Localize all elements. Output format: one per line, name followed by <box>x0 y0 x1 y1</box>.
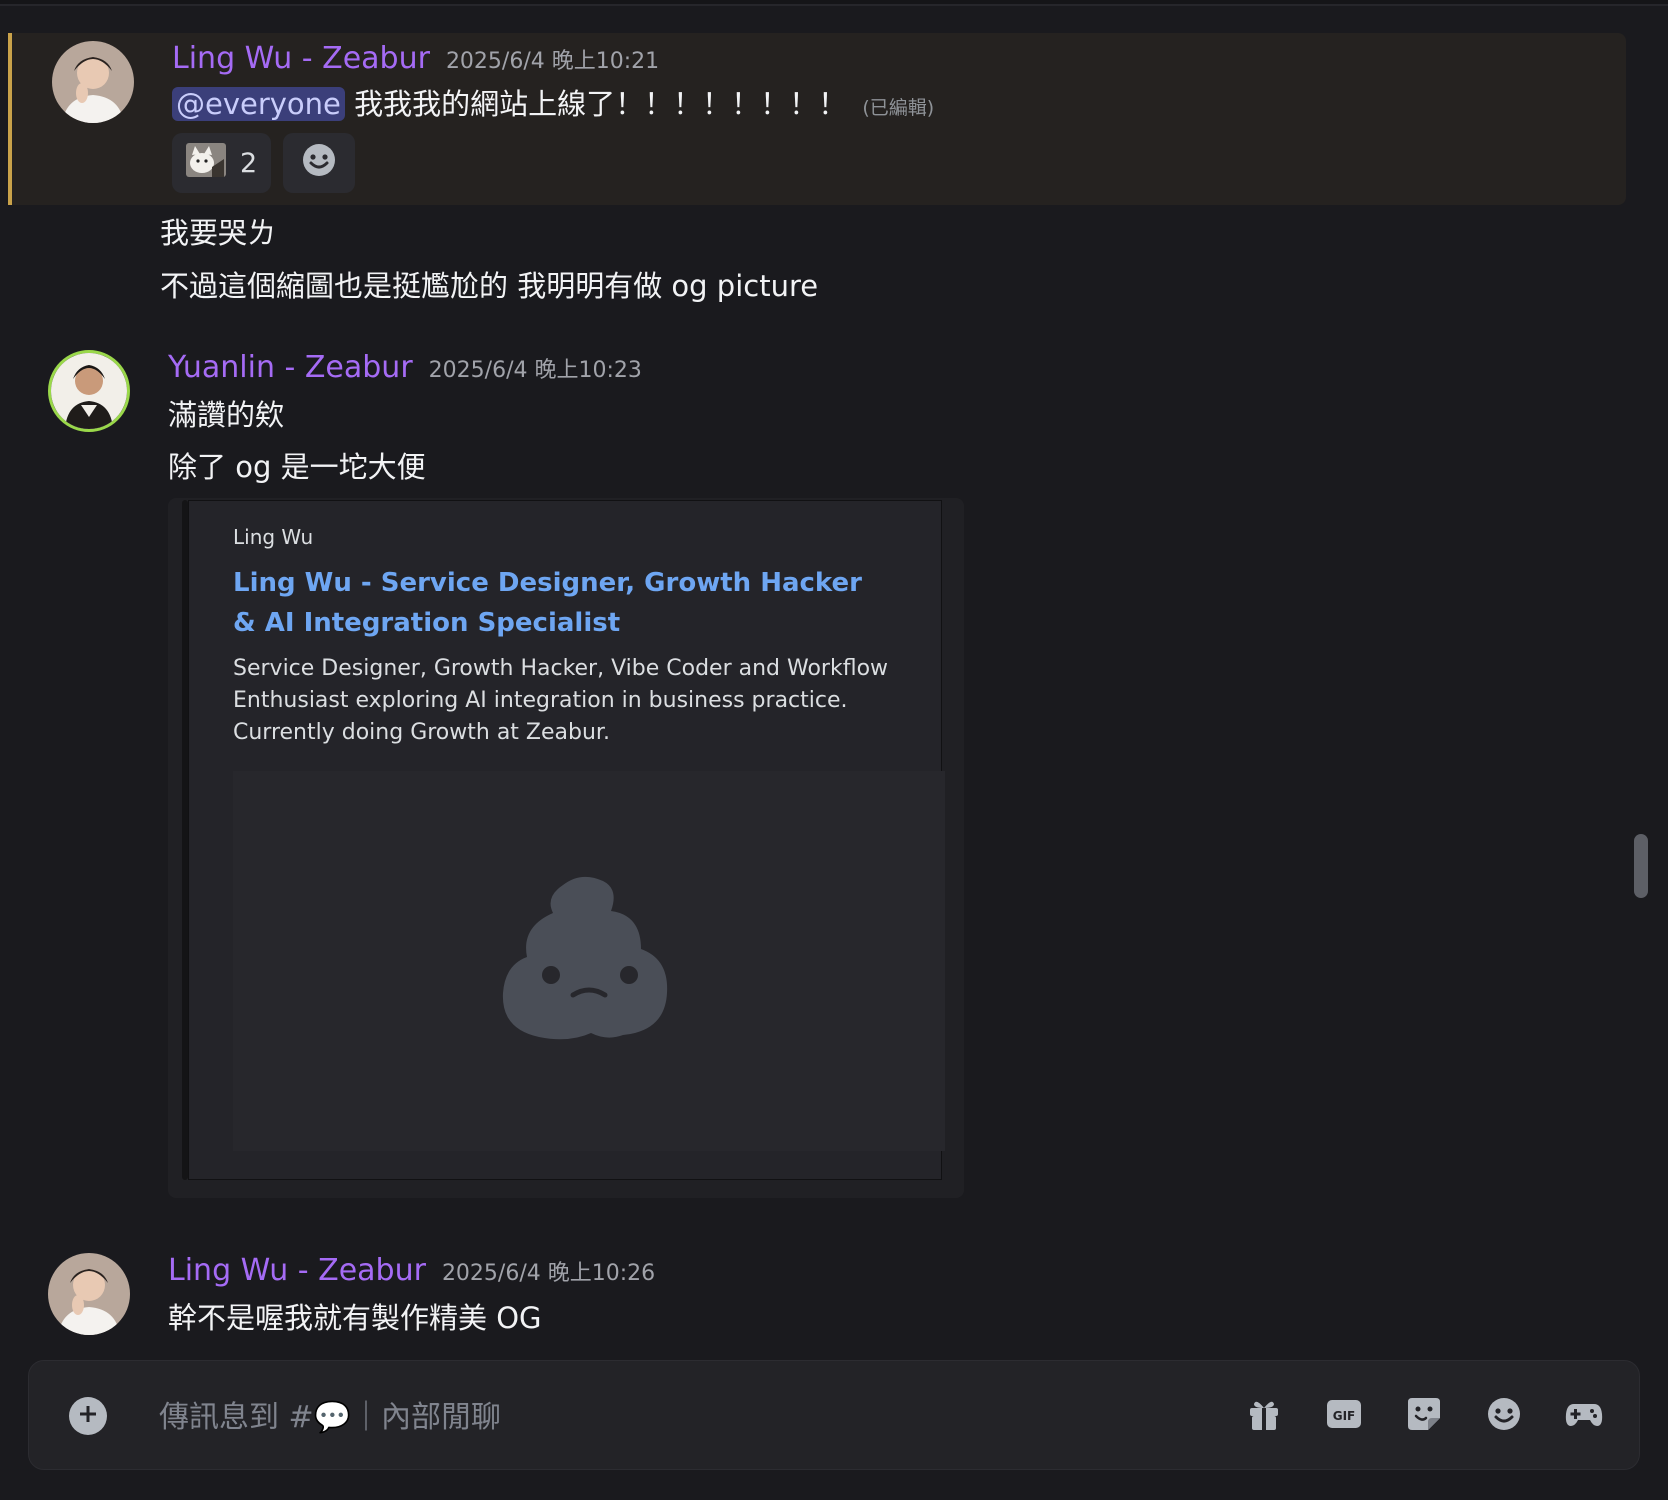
emoji-icon <box>301 142 337 185</box>
author-name[interactable]: Ling Wu - Zeabur <box>168 1253 426 1288</box>
emoji-button[interactable] <box>1483 1395 1525 1437</box>
mention-everyone[interactable]: @everyone <box>172 87 345 121</box>
poop-icon <box>499 871 679 1051</box>
message: Ling Wu - Zeabur 2025/6/4 晚上10:26 幹不是喔我就… <box>8 1253 1626 1343</box>
top-border <box>0 0 1668 6</box>
message-header: Ling Wu - Zeabur 2025/6/4 晚上10:26 <box>168 1253 655 1288</box>
reactions-bar: 2 <box>172 133 356 193</box>
message-continuation-line: 不過這個縮圖也是挺尷尬的 我明明有做 og picture <box>160 269 819 303</box>
embed-title-link[interactable]: Ling Wu - Service Designer, Growth Hacke… <box>233 563 873 643</box>
timestamp: 2025/6/4 晚上10:23 <box>428 358 642 383</box>
avatar[interactable] <box>52 41 134 123</box>
sticker-button[interactable] <box>1403 1395 1445 1437</box>
embed-image[interactable] <box>233 771 945 1151</box>
message-highlighted: Ling Wu - Zeabur 2025/6/4 晚上10:21 @every… <box>8 33 1626 205</box>
gift-icon <box>1246 1396 1282 1436</box>
link-embed: Ling Wu Ling Wu - Service Designer, Grow… <box>168 498 964 1198</box>
emoji-icon <box>1486 1396 1522 1436</box>
author-name[interactable]: Yuanlin - Zeabur <box>168 350 413 385</box>
edited-label: (已編輯) <box>862 97 935 119</box>
message-text: 我我我的網站上線了！！！！！！！！ <box>354 87 848 121</box>
avatar[interactable] <box>48 350 130 432</box>
plus-icon <box>78 1404 98 1428</box>
gift-button[interactable] <box>1243 1395 1285 1437</box>
message-continuation-line: 我要哭ㄌ <box>160 216 277 250</box>
svg-text:GIF: GIF <box>1333 1409 1356 1423</box>
timestamp: 2025/6/4 晚上10:21 <box>445 49 660 74</box>
timestamp: 2025/6/4 晚上10:26 <box>441 1261 656 1286</box>
message-text: 幹不是喔我就有製作精美 OG <box>168 1301 542 1335</box>
message-text: 除了 og 是一坨大便 <box>168 450 426 484</box>
avatar[interactable] <box>48 1253 130 1335</box>
message-input[interactable] <box>159 1389 1159 1445</box>
add-attachment-button[interactable] <box>69 1397 107 1435</box>
reaction-count: 2 <box>240 147 258 179</box>
add-reaction-button[interactable] <box>283 133 356 193</box>
gamepad-icon <box>1565 1396 1603 1436</box>
gif-icon: GIF <box>1326 1396 1362 1436</box>
scrollbar-thumb[interactable] <box>1634 834 1648 898</box>
message-text: 滿讚的欸 <box>168 398 285 432</box>
embed-card: Ling Wu Ling Wu - Service Designer, Grow… <box>188 500 945 1180</box>
cat-photo-emoji <box>186 142 226 184</box>
embed-provider: Ling Wu <box>233 525 314 549</box>
embed-description: Service Designer, Growth Hacker, Vibe Co… <box>233 656 889 745</box>
author-name[interactable]: Ling Wu - Zeabur <box>172 41 430 76</box>
message-header: Ling Wu - Zeabur 2025/6/4 晚上10:21 <box>172 41 659 76</box>
gif-button[interactable]: GIF <box>1323 1395 1365 1437</box>
message-header: Yuanlin - Zeabur 2025/6/4 晚上10:23 <box>168 350 642 385</box>
reaction-cat[interactable]: 2 <box>172 133 272 193</box>
message-composer: GIF <box>28 1360 1640 1470</box>
activities-button[interactable] <box>1563 1395 1605 1437</box>
message-content: @everyone 我我我的網站上線了！！！！！！！！ (已編輯) <box>172 81 934 123</box>
sticker-icon <box>1406 1396 1442 1436</box>
